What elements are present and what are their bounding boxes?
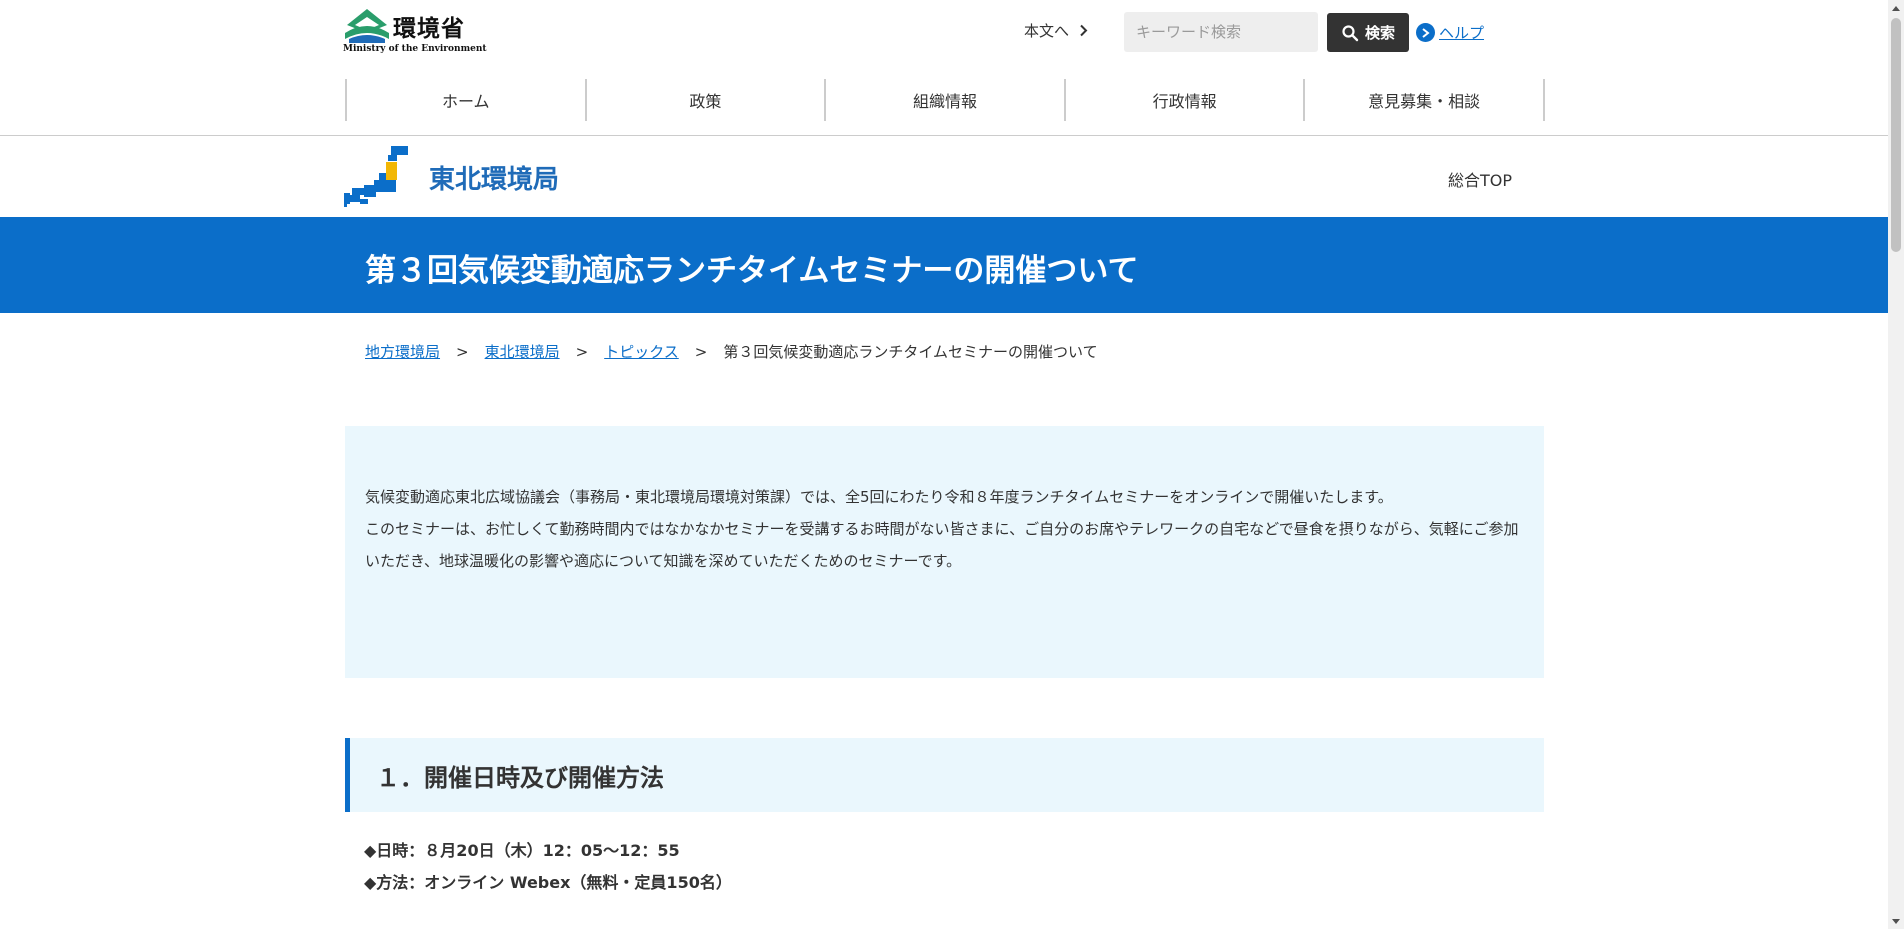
help-link[interactable]: ヘルプ [1416,22,1484,43]
section-heading-text: １．開催日時及び開催方法 [376,763,664,792]
breadcrumb-separator: > [456,342,469,361]
nav-item-home[interactable]: ホーム [347,79,587,121]
chevron-right-icon [1080,24,1088,37]
intro-paragraph-2: このセミナーは、お忙しくて勤務時間内ではなかなかセミナーを受講するお時間がない皆… [365,520,1519,570]
logo-text: 環境省 [393,16,465,42]
nav-item-opinion[interactable]: 意見募集・相談 [1305,79,1545,121]
breadcrumb: 地方環境局 > 東北環境局 > トピックス > 第３回気候変動適応ランチタイムセ… [365,341,1098,362]
search-icon [1342,24,1359,41]
title-band: 第３回気候変動適応ランチタイムセミナーの開催ついて [0,217,1888,313]
skip-link-label: 本文へ [1024,22,1070,40]
page-title: 第３回気候変動適応ランチタイムセミナーの開催ついて [365,253,1139,289]
intro-paragraph-1: 気候変動適応東北広域協議会（事務局・東北環境局環境対策課）では、全5回にわたり令… [365,488,1393,506]
bureau-header: 東北環境局 総合TOP [0,137,1888,217]
global-header: 環境省 Ministry of the Environment 本文へ 検索 ヘ… [0,0,1888,136]
breadcrumb-current: 第３回気候変動適応ランチタイムセミナーの開催ついて [723,343,1098,361]
help-link-label: ヘルプ [1439,24,1485,42]
logo-subtext: Ministry of the Environment [343,44,487,54]
page-scrollbar[interactable] [1888,0,1904,929]
event-method: ◆方法：オンライン Webex（無料・定員150名） [364,873,732,892]
bureau-top-link[interactable]: 総合TOP [1448,167,1512,191]
breadcrumb-link-topics[interactable]: トピックス [604,341,679,362]
breadcrumb-separator: > [575,342,589,361]
search-input[interactable] [1124,12,1318,52]
nav-item-policy[interactable]: 政策 [587,79,827,121]
search-button-label: 検索 [1364,24,1395,42]
search-button[interactable]: 検索 [1327,13,1409,52]
scroll-up-icon[interactable] [1888,0,1904,16]
japan-map-icon[interactable] [344,143,410,207]
moe-logo-icon [345,9,389,43]
breadcrumb-link-regional-offices[interactable]: 地方環境局 [365,341,440,362]
event-details: ◆日時：８月20日（木）12：05～12：55 ◆方法：オンライン Webex（… [364,835,732,899]
breadcrumb-separator: > [694,342,708,361]
nav-item-organization[interactable]: 組織情報 [826,79,1066,121]
breadcrumb-link-tohoku[interactable]: 東北環境局 [485,341,560,362]
skip-to-content-link[interactable]: 本文へ [1024,20,1088,41]
scrollbar-thumb[interactable] [1891,18,1901,252]
section-heading: １．開催日時及び開催方法 [345,738,1544,812]
bureau-name[interactable]: 東北環境局 [429,159,559,196]
moe-logo[interactable]: 環境省 Ministry of the Environment [343,9,487,57]
scroll-down-icon[interactable] [1888,913,1904,929]
event-datetime: ◆日時：８月20日（木）12：05～12：55 [364,841,680,860]
nav-item-administration[interactable]: 行政情報 [1066,79,1306,121]
main-nav: ホーム 政策 組織情報 行政情報 意見募集・相談 [345,79,1545,121]
help-arrow-icon [1416,23,1435,42]
intro-box: 気候変動適応東北広域協議会（事務局・東北環境局環境対策課）では、全5回にわたり令… [345,426,1544,678]
